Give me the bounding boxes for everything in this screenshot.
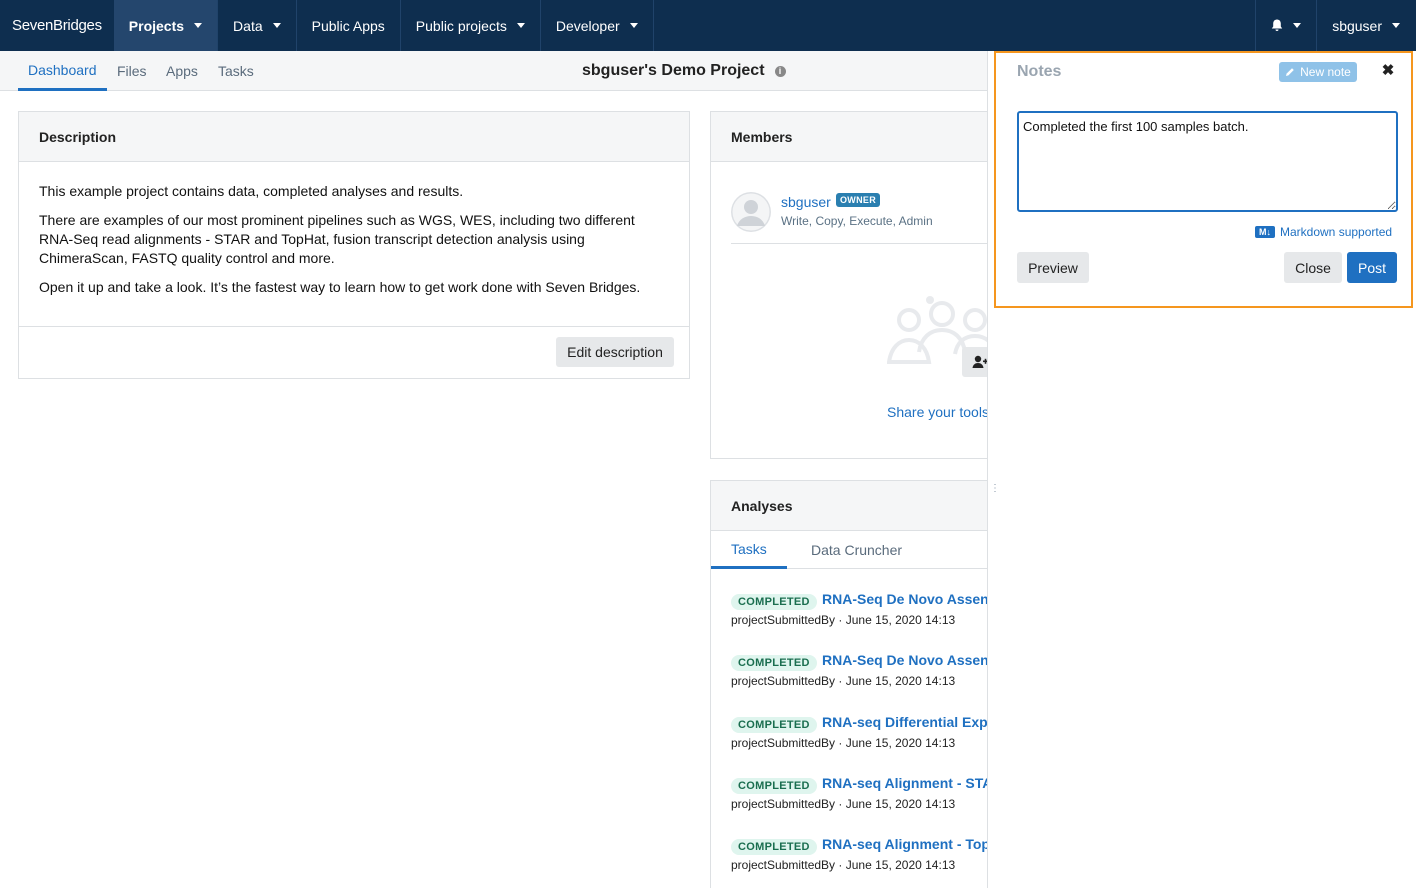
- analyses-panel: Analyses Tasks Data Cruncher COMPLETED R…: [710, 480, 1010, 888]
- task-meta: projectSubmittedBy · June 15, 2020 14:13: [731, 674, 956, 688]
- description-panel: Description This example project contain…: [18, 111, 690, 379]
- nav-developer[interactable]: Developer: [541, 0, 654, 51]
- bell-icon: [1271, 19, 1283, 31]
- task-link[interactable]: RNA-Seq De Novo Assen: [822, 591, 989, 607]
- chevron-down-icon: [629, 23, 638, 28]
- notes-title: Notes: [1017, 63, 1062, 80]
- notifications-menu[interactable]: [1255, 0, 1316, 51]
- close-button[interactable]: Close: [1284, 252, 1342, 283]
- chevron-down-icon: [194, 23, 203, 28]
- member-permissions: Write, Copy, Execute, Admin: [781, 214, 933, 228]
- tab-tasks[interactable]: Tasks: [218, 51, 254, 91]
- owner-badge: OWNER: [836, 193, 880, 207]
- task-submitter: projectSubmittedBy: [731, 736, 836, 750]
- info-icon[interactable]: i: [774, 65, 786, 77]
- task-link[interactable]: RNA-seq Alignment - Top: [822, 836, 990, 852]
- chevron-down-icon: [1293, 23, 1302, 28]
- markdown-label: Markdown supported: [1280, 225, 1393, 239]
- project-title-text: sbguser's Demo Project: [582, 62, 765, 79]
- close-icon[interactable]: ✖: [1380, 63, 1396, 79]
- note-textarea[interactable]: Completed the first 100 samples batch.: [1017, 111, 1398, 212]
- user-silhouette-icon: [731, 192, 771, 232]
- description-body: This example project contains data, comp…: [19, 162, 689, 297]
- resize-handle-icon[interactable]: ⋮: [990, 484, 1000, 501]
- edit-description-button[interactable]: Edit description: [556, 337, 674, 367]
- task-submitter: projectSubmittedBy: [731, 858, 836, 872]
- page-title: sbguser's Demo Project i: [582, 51, 786, 91]
- nav-public-projects[interactable]: Public projects: [401, 0, 541, 51]
- share-tools-link[interactable]: Share your tools: [887, 404, 989, 420]
- member-name[interactable]: sbguser: [781, 194, 831, 210]
- task-link[interactable]: RNA-seq Alignment - STA: [822, 775, 992, 791]
- task-meta: projectSubmittedBy · June 15, 2020 14:13: [731, 797, 956, 811]
- task-date: June 15, 2020 14:13: [845, 858, 956, 872]
- pencil-icon: [1286, 68, 1294, 76]
- task-date: June 15, 2020 14:13: [845, 674, 956, 688]
- chevron-down-icon: [1392, 23, 1400, 28]
- preview-button[interactable]: Preview: [1017, 252, 1089, 283]
- description-footer: Edit description: [19, 326, 689, 378]
- task-submitter: projectSubmittedBy: [731, 797, 836, 811]
- nav-projects-label: Projects: [128, 17, 185, 34]
- members-heading: Members: [711, 112, 1009, 162]
- tab-analyses-tasks[interactable]: Tasks: [711, 531, 787, 569]
- nav-right: sbguser: [1255, 0, 1416, 51]
- tab-apps[interactable]: Apps: [166, 51, 198, 91]
- analyses-heading: Analyses: [711, 481, 1009, 531]
- avatar: [731, 192, 771, 232]
- description-paragraph: There are examples of our most prominent…: [39, 212, 635, 266]
- task-link[interactable]: RNA-Seq De Novo Assen: [822, 652, 989, 668]
- status-badge: COMPLETED: [731, 594, 817, 610]
- task-link[interactable]: RNA-seq Differential Exp: [822, 714, 988, 730]
- top-navbar: SevenBridges Projects Data Public Apps P…: [0, 0, 1416, 51]
- chevron-down-icon: [516, 23, 525, 28]
- status-badge: COMPLETED: [731, 839, 817, 855]
- members-body: sbguser OWNER Write, Copy, Execute, Admi…: [711, 162, 1009, 458]
- nav-developer-label: Developer: [555, 17, 620, 34]
- nav-public-apps[interactable]: Public Apps: [297, 0, 401, 51]
- brand-logo[interactable]: SevenBridges: [0, 0, 114, 51]
- new-note-button[interactable]: New note: [1279, 62, 1357, 82]
- task-submitter: projectSubmittedBy: [731, 613, 836, 627]
- task-meta: projectSubmittedBy · June 15, 2020 14:13: [731, 858, 956, 872]
- tab-dashboard[interactable]: Dashboard: [18, 51, 107, 91]
- user-plus-icon: [972, 355, 988, 368]
- tab-files[interactable]: Files: [117, 51, 147, 91]
- notes-panel: Notes New note ✖ Completed the first 100…: [994, 51, 1413, 308]
- user-menu[interactable]: sbguser: [1316, 0, 1416, 51]
- tab-data-cruncher[interactable]: Data Cruncher: [811, 531, 902, 569]
- task-meta: projectSubmittedBy · June 15, 2020 14:13: [731, 736, 956, 750]
- nav-data[interactable]: Data: [218, 0, 297, 51]
- markdown-icon: M↓: [1255, 226, 1275, 238]
- nav-public-apps-label: Public Apps: [311, 17, 385, 34]
- task-date: June 15, 2020 14:13: [845, 736, 956, 750]
- status-badge: COMPLETED: [731, 717, 817, 733]
- task-date: June 15, 2020 14:13: [845, 613, 956, 627]
- new-note-label: New note: [1300, 65, 1351, 79]
- user-menu-label: sbguser: [1332, 17, 1382, 34]
- description-paragraph: This example project contains data, comp…: [39, 183, 464, 199]
- nav-data-label: Data: [233, 17, 263, 34]
- nav-public-projects-label: Public projects: [415, 17, 507, 34]
- markdown-supported-link[interactable]: M↓ Markdown supported: [1255, 225, 1392, 239]
- task-submitter: projectSubmittedBy: [731, 674, 836, 688]
- status-badge: COMPLETED: [731, 778, 817, 794]
- divider: [731, 243, 991, 244]
- nav-projects[interactable]: Projects: [113, 0, 219, 51]
- chevron-down-icon: [272, 23, 281, 28]
- task-meta: projectSubmittedBy · June 15, 2020 14:13: [731, 613, 956, 627]
- post-button[interactable]: Post: [1347, 252, 1397, 283]
- status-badge: COMPLETED: [731, 655, 817, 671]
- analyses-tabs: Tasks Data Cruncher: [711, 531, 1009, 569]
- description-paragraph: Open it up and take a look. It’s the fas…: [39, 279, 641, 295]
- description-heading: Description: [19, 112, 689, 162]
- members-panel: Members sbguser OWNER Write, Copy, Execu…: [710, 111, 1010, 459]
- task-date: June 15, 2020 14:13: [845, 797, 956, 811]
